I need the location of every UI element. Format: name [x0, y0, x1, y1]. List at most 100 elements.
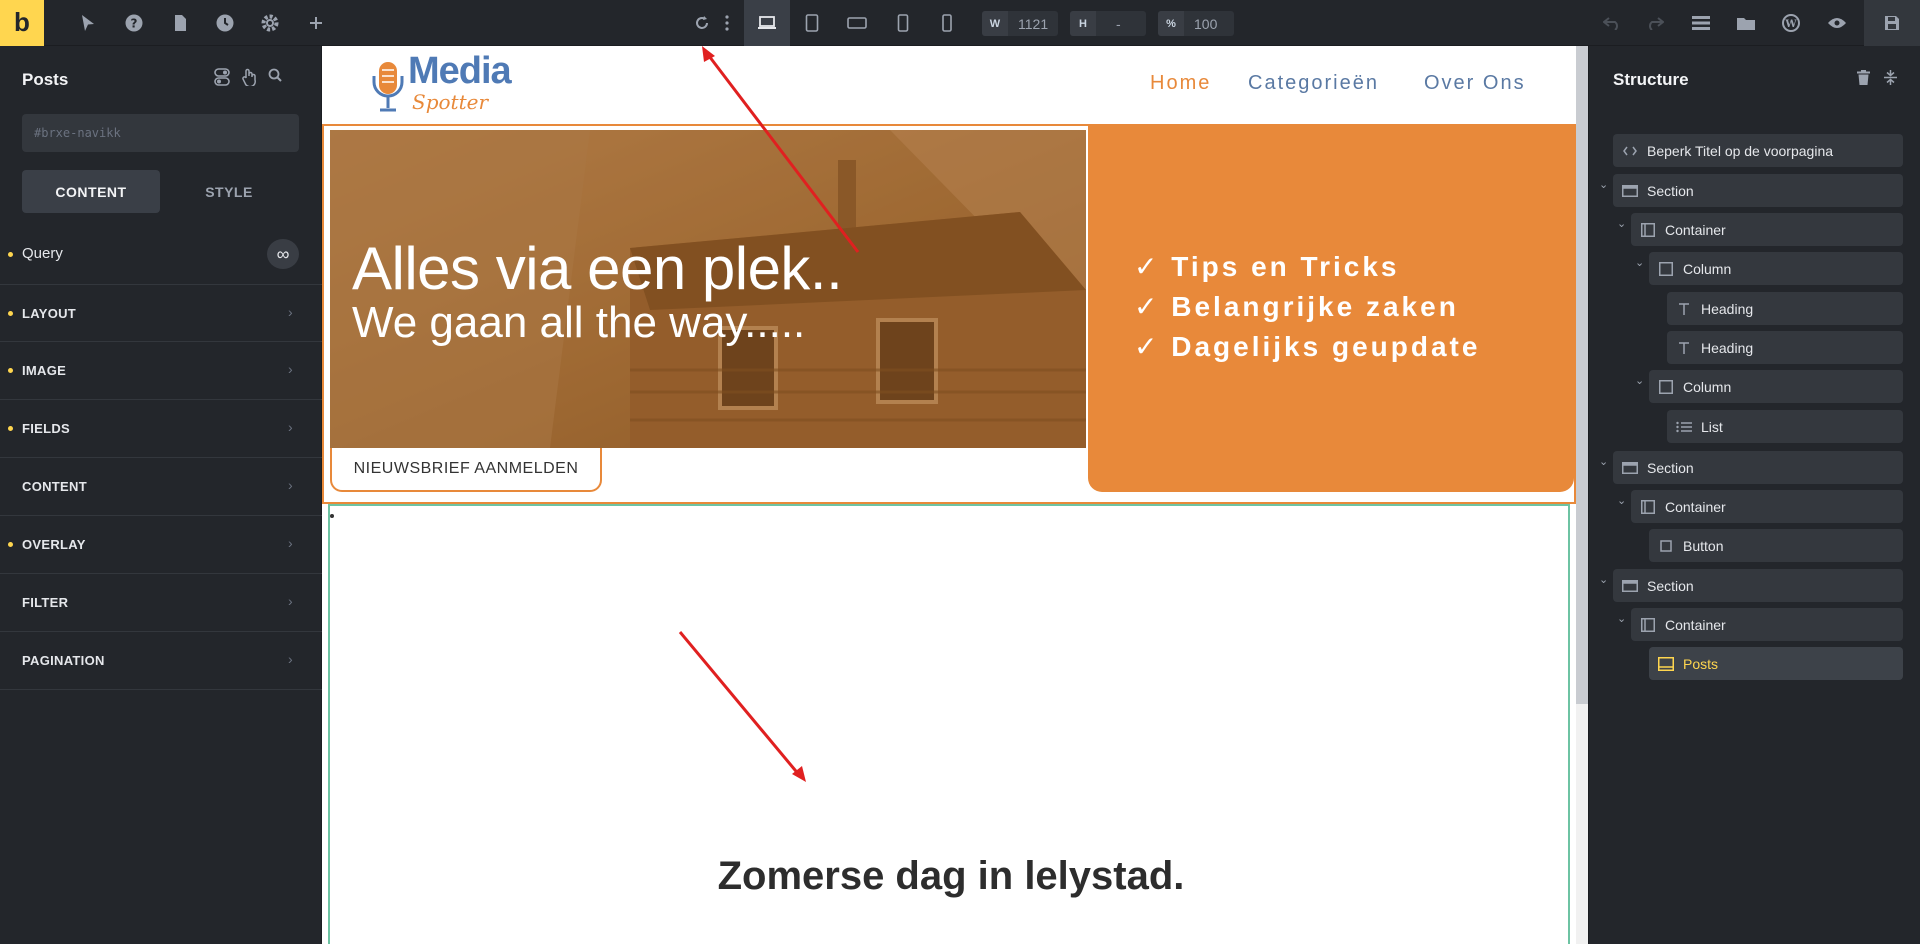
structure-node-section[interactable]: Section [1613, 569, 1903, 602]
node-label: Column [1683, 378, 1732, 395]
builder-logo[interactable]: b [0, 0, 44, 46]
structure-node-code[interactable]: Beperk Titel op de voorpagina [1613, 134, 1903, 167]
structure-node-container[interactable]: Container [1631, 213, 1903, 246]
structure-panel: Structure Beperk Titel op de voorpagina … [1588, 46, 1920, 944]
section-overlay[interactable]: OVERLAY › [0, 516, 322, 574]
section-label: PAGINATION [22, 653, 105, 668]
tablet-landscape-icon[interactable] [844, 0, 870, 46]
width-value[interactable]: 1121 [1008, 16, 1056, 32]
structure-node-column[interactable]: Column [1649, 370, 1903, 403]
toggle-icon[interactable] [214, 68, 230, 91]
section-icon [1613, 461, 1647, 474]
node-label: Button [1683, 537, 1724, 554]
chevron-down-icon[interactable]: ⌄ [1599, 455, 1608, 468]
section-icon [1613, 579, 1647, 592]
canvas-scrollbar-track[interactable] [1576, 704, 1588, 944]
media-icon[interactable] [1734, 0, 1758, 46]
hover-state-icon[interactable] [242, 68, 256, 91]
section-label: CONTENT [22, 479, 87, 494]
settings-icon[interactable] [258, 0, 282, 46]
width-control[interactable]: W 1121 [982, 11, 1058, 36]
pointer-icon[interactable] [76, 0, 100, 46]
modified-dot [8, 426, 13, 431]
chevron-down-icon[interactable]: ⌄ [1617, 612, 1626, 625]
nav-categories[interactable]: Categorieën [1248, 72, 1379, 95]
structure-actions [1857, 70, 1897, 90]
hero-image: Alles via een plek.. We gaan all the way… [330, 130, 1086, 448]
node-label: Heading [1701, 339, 1754, 356]
tablet-portrait-icon[interactable] [800, 0, 824, 46]
wordpress-icon[interactable]: W [1779, 0, 1803, 46]
section-fields[interactable]: FIELDS › [0, 400, 322, 458]
help-icon[interactable]: ? [122, 0, 146, 46]
save-icon[interactable] [1864, 0, 1920, 46]
chevron-down-icon[interactable]: ⌄ [1635, 256, 1644, 269]
preview-icon[interactable] [1824, 0, 1850, 46]
structure-toggle-icon[interactable] [1689, 0, 1713, 46]
structure-node-section[interactable]: Section [1613, 174, 1903, 207]
query-row[interactable]: Query ∞ [0, 232, 322, 276]
section-filter[interactable]: FILTER › [0, 574, 322, 632]
structure-node-container[interactable]: Container [1631, 608, 1903, 641]
section-image[interactable]: IMAGE › [0, 342, 322, 400]
section-label: FIELDS [22, 421, 71, 436]
panel-header-actions [214, 68, 282, 91]
chevron-down-icon[interactable]: ⌄ [1599, 178, 1608, 191]
section-label: FILTER [22, 595, 69, 610]
structure-node-container[interactable]: Container [1631, 490, 1903, 523]
tab-style[interactable]: STYLE [160, 170, 298, 213]
more-icon[interactable] [716, 0, 738, 46]
height-control[interactable]: H - [1070, 11, 1146, 36]
container-icon [1631, 617, 1665, 632]
add-icon[interactable] [304, 0, 328, 46]
structure-node-section[interactable]: Section [1613, 451, 1903, 484]
nav-about[interactable]: Over Ons [1424, 72, 1526, 95]
structure-node-column[interactable]: Column [1649, 252, 1903, 285]
button-icon [1649, 539, 1683, 552]
collapse-all-icon[interactable] [1884, 70, 1897, 90]
css-id-field[interactable]: #brxe-navikk [22, 114, 299, 152]
post-title[interactable]: Zomerse dag in lelystad. [330, 854, 1572, 899]
chevron-down-icon[interactable]: ⌄ [1617, 217, 1626, 230]
chevron-right-icon: › [288, 477, 293, 493]
structure-node-list[interactable]: List [1667, 410, 1903, 443]
hero-section[interactable]: Alles via een plek.. We gaan all the way… [322, 124, 1576, 504]
nav-home[interactable]: Home [1150, 72, 1211, 95]
heading-icon [1667, 341, 1701, 355]
column-icon [1649, 379, 1683, 394]
mobile-portrait-icon[interactable] [937, 0, 957, 46]
desktop-icon[interactable] [744, 0, 790, 46]
chevron-right-icon: › [288, 419, 293, 435]
zoom-value[interactable]: 100 [1184, 16, 1225, 32]
structure-node-posts[interactable]: Posts [1649, 647, 1903, 680]
height-value[interactable]: - [1096, 16, 1129, 32]
reload-icon[interactable] [690, 0, 714, 46]
posts-element[interactable]: Zomerse dag in lelystad. [328, 504, 1570, 944]
section-content[interactable]: CONTENT › [0, 458, 322, 516]
search-icon[interactable] [268, 68, 282, 91]
query-loop-icon[interactable]: ∞ [267, 239, 299, 269]
section-layout[interactable]: LAYOUT › [0, 284, 322, 342]
builder-canvas[interactable]: Media Spotter Home Categorieën Over Ons [322, 46, 1588, 944]
chevron-down-icon[interactable]: ⌄ [1635, 374, 1644, 387]
structure-node-heading[interactable]: Heading [1667, 331, 1903, 364]
structure-node-heading[interactable]: Heading [1667, 292, 1903, 325]
newsletter-button[interactable]: NIEUWSBRIEF AANMELDEN [330, 448, 602, 492]
trash-icon[interactable] [1857, 70, 1870, 90]
canvas-scrollbar-thumb[interactable] [1576, 46, 1588, 704]
chevron-right-icon: › [288, 651, 293, 667]
hero-title: Alles via een plek.. [352, 235, 843, 302]
node-label: Container [1665, 221, 1726, 238]
undo-icon[interactable] [1600, 0, 1624, 46]
pages-icon[interactable] [168, 0, 192, 46]
chevron-down-icon[interactable]: ⌄ [1617, 494, 1626, 507]
zoom-control[interactable]: % 100 [1158, 11, 1234, 36]
tab-content[interactable]: CONTENT [22, 170, 160, 213]
mobile-landscape-icon[interactable] [892, 0, 914, 46]
redo-icon[interactable] [1643, 0, 1667, 46]
history-icon[interactable] [213, 0, 237, 46]
section-pagination[interactable]: PAGINATION › [0, 632, 322, 690]
element-panel: Posts #brxe-navikk CONTENT STYLE Query ∞… [0, 46, 322, 944]
chevron-down-icon[interactable]: ⌄ [1599, 573, 1608, 586]
structure-node-button[interactable]: Button [1649, 529, 1903, 562]
